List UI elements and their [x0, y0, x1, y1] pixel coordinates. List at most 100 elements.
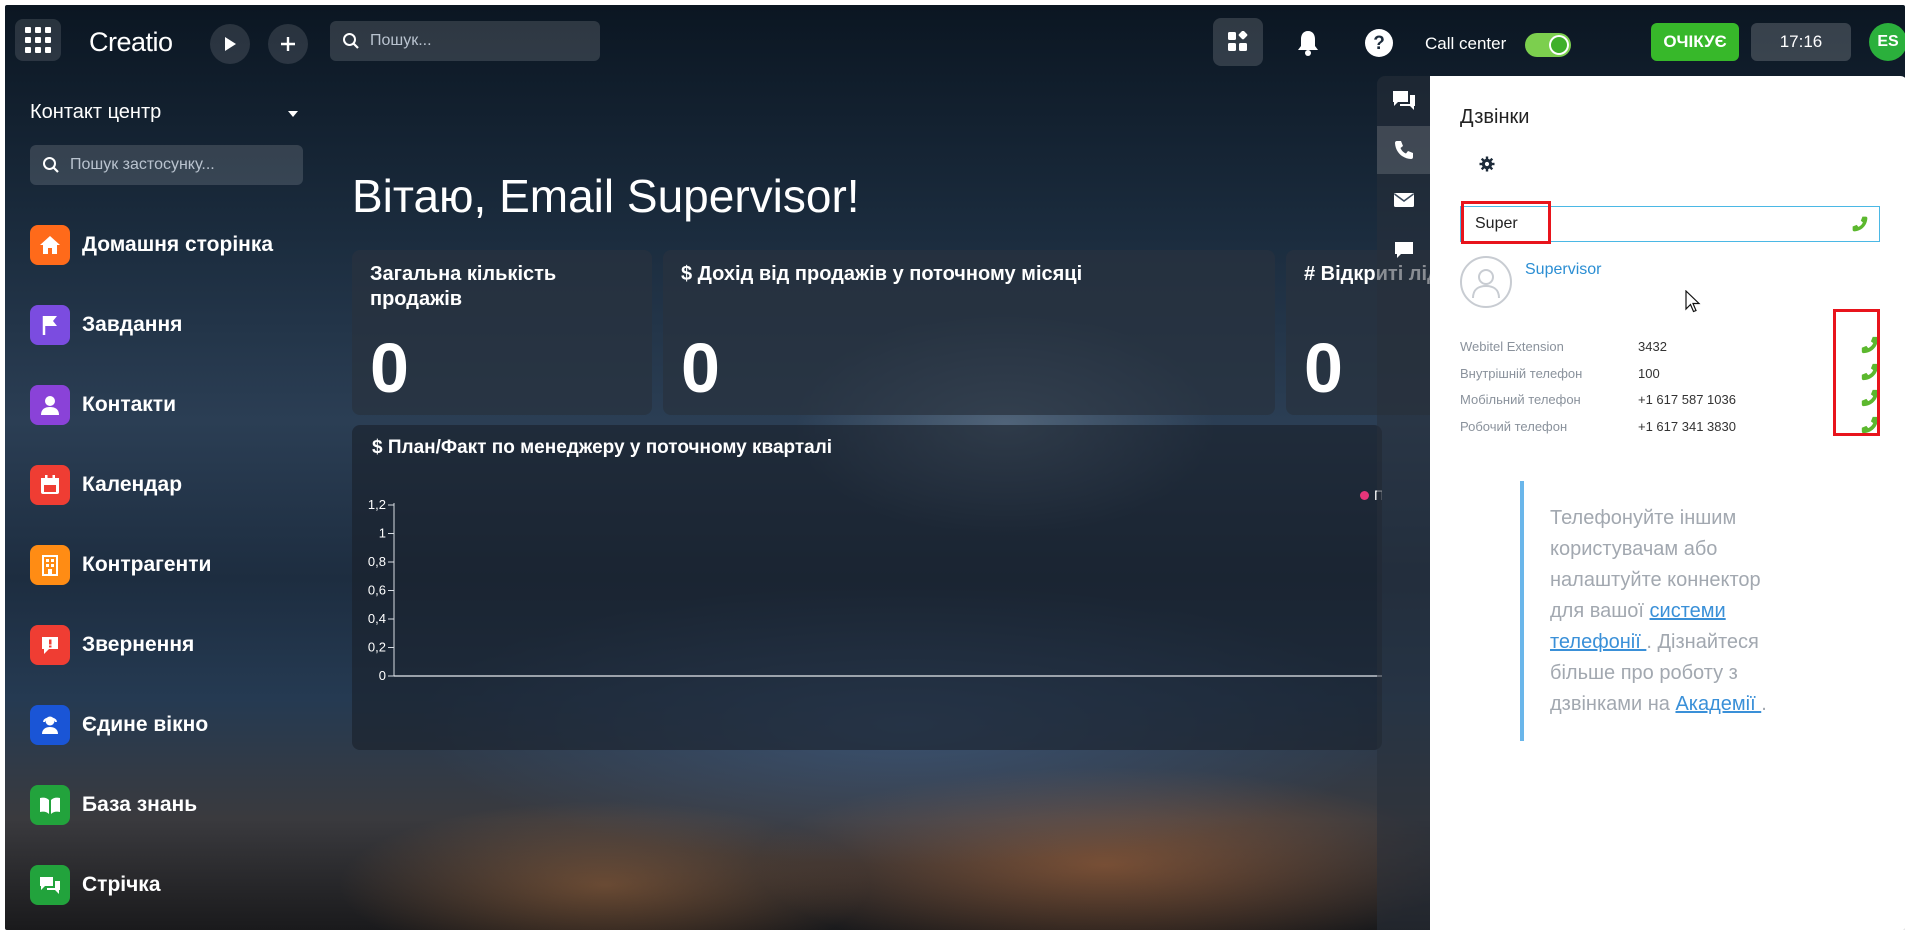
play-icon — [225, 37, 236, 51]
card-title: $ Дохід від продажів у поточному місяці — [681, 263, 1083, 285]
help-icon: ? — [1365, 29, 1393, 57]
grid-icon — [25, 27, 51, 53]
sidebar-item-label: Єдине вікно — [82, 713, 209, 736]
telephony-info-text: Телефонуйте іншим користувачам або налаш… — [1550, 503, 1790, 720]
help-button[interactable]: ? — [1359, 23, 1399, 63]
person-placeholder-icon — [1472, 269, 1500, 299]
top-bar: Creatio ? Call center ОЧІКУЄ 17:16 ES — [5, 5, 1905, 71]
sidebar-item-label: Завдання — [82, 313, 183, 336]
sidebar-item-feed[interactable]: Стрічка — [30, 865, 161, 905]
building-icon — [30, 545, 70, 585]
sidebar-item-knowledge-base[interactable]: База знань — [30, 785, 197, 825]
card-value: 0 — [370, 329, 409, 407]
y-tick-label: 1,2 — [368, 497, 386, 512]
email-channel-button[interactable] — [1377, 176, 1430, 224]
timer-display: 17:16 — [1751, 23, 1851, 61]
widgets-icon — [1228, 31, 1248, 51]
home-icon — [30, 225, 70, 265]
communication-panel-strip — [1377, 76, 1430, 930]
call-center-label: Call center — [1425, 34, 1507, 53]
app-search[interactable] — [30, 145, 303, 185]
card-value: 0 — [681, 329, 720, 407]
agent-icon — [30, 705, 70, 745]
search-icon — [43, 157, 59, 173]
plan-fact-chart: $ План/Факт по менеджеру у поточному ква… — [352, 425, 1382, 750]
workspace-title[interactable]: Контакт центр — [30, 101, 161, 124]
run-process-button[interactable] — [210, 24, 250, 64]
sidebar-item-single-window[interactable]: Єдине вікно — [30, 705, 208, 745]
call-center-toggle[interactable] — [1525, 33, 1571, 57]
global-search[interactable] — [330, 21, 600, 61]
calendar-icon — [30, 465, 70, 505]
y-tick-label: 0,8 — [368, 554, 386, 569]
apps-menu-button[interactable] — [15, 19, 61, 61]
calls-channel-button[interactable] — [1377, 126, 1430, 174]
alert-bubble-icon — [30, 625, 70, 665]
chat-channel-button[interactable] — [1377, 76, 1430, 124]
plus-icon — [281, 37, 295, 51]
calls-title: Дзвінки — [1460, 106, 1530, 128]
creatio-logo: Creatio — [89, 27, 173, 57]
phone-value: 3432 — [1638, 339, 1667, 354]
greeting-title: Вітаю, Email Supervisor! — [352, 170, 860, 222]
sidebar-item-contacts[interactable]: Контакти — [30, 385, 176, 425]
agent-status-button[interactable]: ОЧІКУЄ — [1651, 23, 1739, 61]
user-avatar[interactable]: ES — [1869, 23, 1905, 61]
contact-avatar — [1460, 256, 1512, 308]
sidebar-item-cases[interactable]: Звернення — [30, 625, 194, 665]
phone-icon — [1394, 141, 1413, 159]
sidebar-item-accounts[interactable]: Контрагенти — [30, 545, 211, 585]
academy-link[interactable]: Академії — [1675, 693, 1761, 715]
chart-plot: 0 0,2 0,4 0,6 0,8 1 1,2 — [368, 497, 1382, 683]
sidebar-item-calendar[interactable]: Календар — [30, 465, 182, 505]
search-icon — [343, 33, 359, 49]
highlight-box-call-buttons — [1833, 309, 1880, 436]
chevron-down-icon[interactable] — [288, 111, 298, 117]
bell-icon — [1298, 31, 1318, 56]
email-icon — [1393, 193, 1414, 207]
app-search-input[interactable] — [68, 155, 292, 175]
phone-label: Мобільний телефон — [1460, 392, 1581, 407]
phone-row: Мобільний телефон +1 617 587 1036 — [1460, 389, 1880, 412]
app-window: Creatio ? Call center ОЧІКУЄ 17:16 ES Ко… — [5, 5, 1905, 930]
phone-value: +1 617 341 3830 — [1638, 419, 1736, 434]
phone-value: 100 — [1638, 366, 1660, 381]
person-icon — [30, 385, 70, 425]
info-text-part: . — [1761, 693, 1767, 715]
sidebar-item-label: Стрічка — [82, 873, 161, 896]
sidebar-item-label: Контакти — [82, 393, 176, 416]
mouse-cursor-icon — [1685, 290, 1701, 313]
calls-panel: Дзвінки Supervisor Webitel Extension 343… — [1430, 76, 1905, 930]
contact-name-link[interactable]: Supervisor — [1525, 261, 1601, 279]
widgets-button[interactable] — [1213, 18, 1263, 66]
phone-row: Внутрішній телефон 100 — [1460, 363, 1880, 386]
sidebar-item-label: Домашня сторінка — [82, 233, 274, 256]
sidebar-item-label: База знань — [82, 793, 198, 816]
sidebar-item-tasks[interactable]: Завдання — [30, 305, 182, 345]
card-title: Загальна кількість продажів — [370, 263, 557, 310]
flag-icon — [30, 305, 70, 345]
create-new-button[interactable] — [268, 24, 308, 64]
phone-label: Внутрішній телефон — [1460, 366, 1583, 381]
chat-icon — [1392, 91, 1415, 110]
metric-card-monthly-revenue[interactable]: $ Дохід від продажів у поточному місяці … — [663, 250, 1275, 415]
gear-icon[interactable] — [1479, 156, 1495, 172]
metric-card-total-sales[interactable]: Загальна кількість продажів 0 — [352, 250, 652, 415]
sidebar-item-home[interactable]: Домашня сторінка — [30, 225, 273, 265]
phone-value: +1 617 587 1036 — [1638, 392, 1736, 407]
y-tick-label: 1 — [379, 526, 386, 541]
y-tick-label: 0,6 — [368, 583, 386, 598]
phone-label: Webitel Extension — [1460, 339, 1564, 354]
svg-text:?: ? — [1373, 33, 1385, 54]
telephony-info-box: Телефонуйте іншим користувачам або налаш… — [1520, 481, 1854, 741]
feed-channel-button[interactable] — [1377, 226, 1430, 274]
phone-row: Webitel Extension 3432 — [1460, 336, 1880, 359]
sidebar-item-label: Календар — [82, 473, 183, 496]
global-search-input[interactable] — [368, 31, 592, 51]
phone-label: Робочий телефон — [1460, 419, 1568, 434]
comment-icon — [1394, 242, 1413, 258]
call-phone-icon[interactable] — [1851, 215, 1869, 233]
y-tick-label: 0,2 — [368, 640, 386, 655]
sidebar-item-label: Контрагенти — [82, 553, 212, 576]
notifications-button[interactable] — [1288, 23, 1328, 63]
